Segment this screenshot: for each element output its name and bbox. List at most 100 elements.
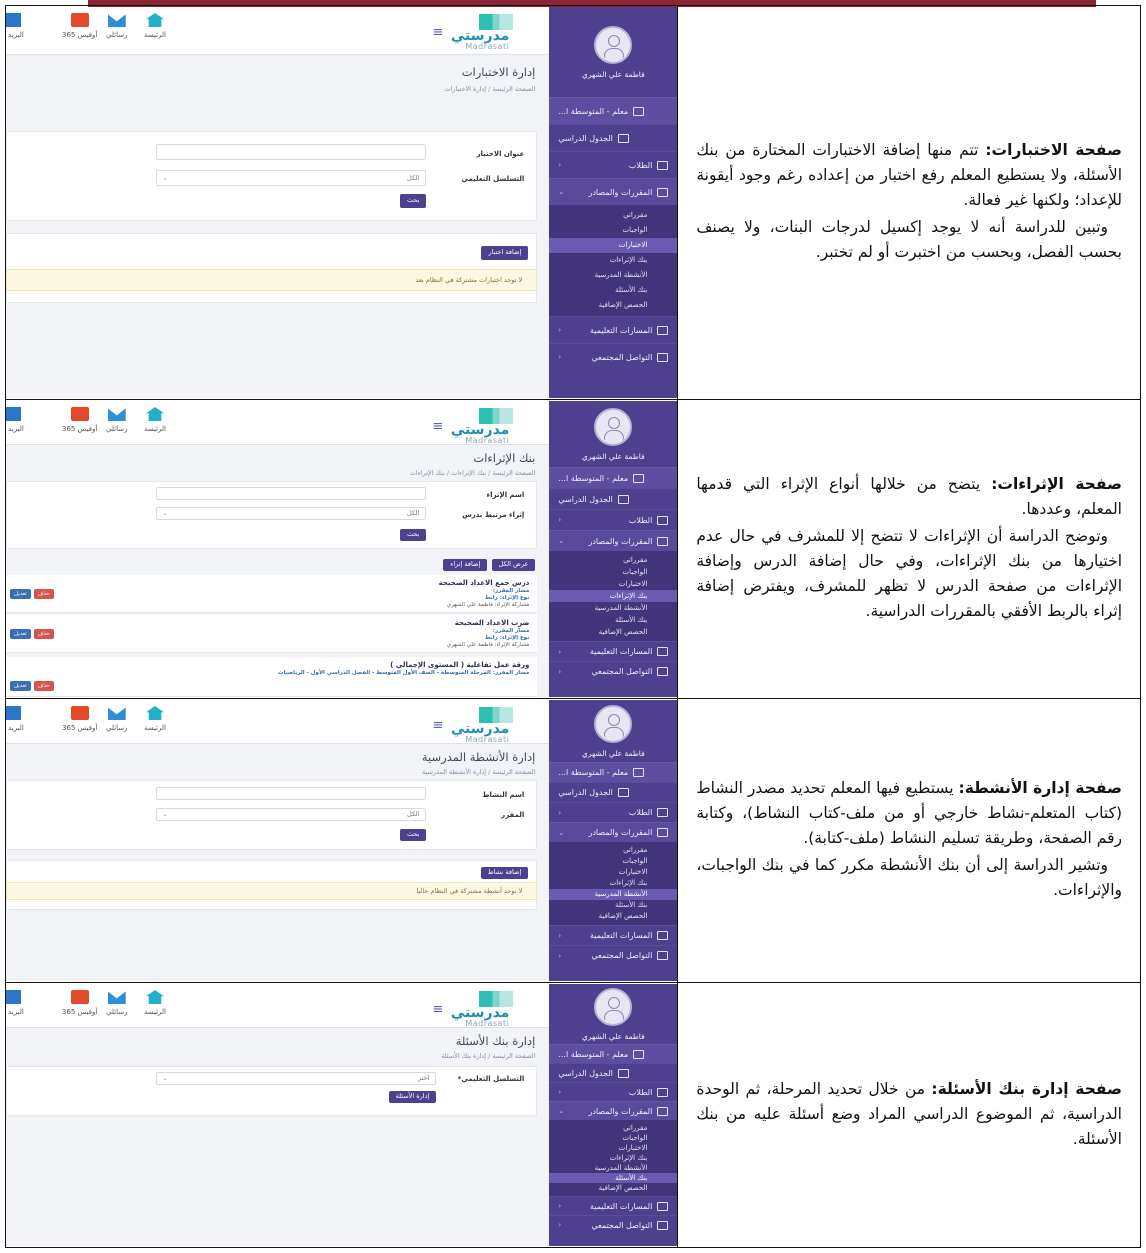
sequence-select[interactable]: الكل ⌄ [156, 170, 427, 186]
sidebar-item-courses[interactable]: المقررات والمصادر ⌄ [549, 1101, 677, 1120]
add-activity-button[interactable]: إضافة نشاط [480, 867, 529, 879]
sidebar-sub-item[interactable]: الحصص الإضافية [549, 626, 676, 638]
add-enrichment-button[interactable]: إضافة إثراء [443, 559, 488, 571]
search-button[interactable]: بحث [399, 829, 427, 841]
nav-office365[interactable]: أوفيس 365 [62, 13, 97, 39]
sidebar-item-schedule[interactable]: الجدول الدراسي [549, 1063, 677, 1082]
nav-email[interactable]: البريد الإ [6, 990, 24, 1016]
activity-name-input[interactable] [156, 787, 427, 800]
sidebar-sub-item[interactable]: الاختبارات [549, 578, 676, 590]
sidebar-item-students[interactable]: الطلاب ‹ [549, 509, 677, 530]
nav-messages[interactable]: رسائلي [106, 13, 127, 39]
sidebar-item-schedule[interactable]: الجدول الدراسي [549, 782, 677, 802]
sidebar-item-students[interactable]: الطلاب ‹ [549, 151, 677, 178]
sidebar-sub-item[interactable]: بنك الإثراءات [549, 878, 676, 889]
sidebar-sub-item-active[interactable]: الاختبارات [549, 238, 677, 253]
hamburger-icon[interactable]: ≡ [432, 718, 443, 733]
sidebar-item-courses[interactable]: المقررات والمصادر ⌄ [549, 178, 677, 205]
sidebar-sub-item[interactable]: بنك الأسئلة [549, 283, 676, 298]
nav-office365[interactable]: أوفيس 365 [62, 990, 97, 1016]
sidebar-sub-item[interactable]: الواجبات [549, 566, 676, 578]
sidebar-item-students[interactable]: الطلاب ‹ [549, 1082, 677, 1101]
sidebar-item-paths[interactable]: المسارات التعليمية ‹ [549, 316, 677, 343]
sidebar-item-role[interactable]: معلم - المتوسطة ا... [549, 97, 677, 124]
course-select[interactable]: الكل ⌄ [156, 808, 427, 821]
sidebar-item-paths[interactable]: المسارات التعليمية ‹ [549, 641, 677, 661]
sidebar-item-community[interactable]: التواصل المجتمعي ‹ [549, 661, 677, 681]
sidebar-sub-item[interactable]: مقرراتي [549, 1123, 676, 1133]
sidebar-item-paths[interactable]: المسارات التعليمية ‹ [549, 925, 677, 945]
search-button[interactable]: بحث [399, 194, 427, 208]
manage-questions-button[interactable]: إدارة الأسئلة [388, 1091, 437, 1103]
sidebar-item-courses[interactable]: المقررات والمصادر ⌄ [549, 822, 677, 842]
sidebar-item-role[interactable]: معلم - المتوسطة ا... [549, 467, 677, 488]
sidebar-sub-item-active[interactable]: الأنشطة المدرسية [549, 889, 677, 900]
profile[interactable]: فاطمة علي الشهري [549, 700, 676, 762]
hamburger-icon[interactable]: ≡ [432, 25, 443, 40]
sidebar-item-paths[interactable]: المسارات التعليمية ‹ [549, 1196, 677, 1215]
sidebar-sub-item-active[interactable]: بنك الإثراءات [549, 590, 677, 602]
nav-email[interactable]: البريد الإ [6, 407, 24, 433]
nav-home[interactable]: الرئيسة [144, 990, 166, 1016]
enrichment-name-input[interactable] [156, 487, 427, 500]
delete-button[interactable]: حذف [33, 681, 54, 691]
delete-button[interactable]: حذف [33, 589, 54, 599]
sidebar-sub-item[interactable]: الحصص الإضافية [549, 911, 676, 922]
test-title-input[interactable] [156, 144, 427, 160]
sidebar-sub-item[interactable]: الحصص الإضافية [549, 1183, 676, 1193]
sidebar-sub-item[interactable]: بنك الإثراءات [549, 253, 676, 268]
sidebar-sub-item[interactable]: الواجبات [549, 856, 676, 867]
profile[interactable]: فاطمة علي الشهري [549, 984, 676, 1044]
sidebar-sub-item[interactable]: الاختبارات [549, 867, 676, 878]
sidebar-item-schedule[interactable]: الجدول الدراسي [549, 488, 677, 509]
sidebar-item-community[interactable]: التواصل المجتمعي ‹ [549, 1215, 677, 1234]
lesson-select[interactable]: الكل ⌄ [156, 507, 427, 520]
sidebar-item-community[interactable]: التواصل المجتمعي ‹ [549, 945, 677, 965]
edit-button[interactable]: تعديل [10, 681, 31, 691]
nav-office365[interactable]: أوفيس 365 [62, 407, 97, 433]
sidebar-sub-item[interactable]: الواجبات [549, 223, 676, 238]
sidebar-item-community[interactable]: التواصل المجتمعي ‹ [549, 343, 677, 370]
edit-button[interactable]: تعديل [10, 589, 31, 599]
profile[interactable]: فاطمة علي الشهري [549, 7, 676, 97]
nav-home[interactable]: الرئيسة [144, 407, 166, 433]
sidebar-item-role[interactable]: معلم - المتوسطة ا... [549, 762, 677, 782]
sidebar-sub-item-active[interactable]: بنك الأسئلة [549, 1173, 677, 1183]
hamburger-icon[interactable]: ≡ [432, 419, 443, 434]
sidebar-sub-item[interactable]: مقرراتي [549, 845, 676, 856]
sidebar-sub-item[interactable]: الأنشطة المدرسية [549, 268, 676, 283]
nav-home[interactable]: الرئيسة [144, 706, 166, 732]
show-all-button[interactable]: عرض الكل [491, 559, 536, 571]
edit-button[interactable]: تعديل [10, 629, 31, 639]
delete-button[interactable]: حذف [33, 629, 54, 639]
search-button[interactable]: بحث [399, 529, 427, 541]
sidebar-sub-item[interactable]: الأنشطة المدرسية [549, 602, 676, 614]
nav-messages[interactable]: رسائلي [106, 407, 127, 433]
nav-office365[interactable]: أوفيس 365 [62, 706, 97, 732]
sidebar-sub-item[interactable]: بنك الإثراءات [549, 1153, 676, 1163]
sidebar-sub-item[interactable]: مقرراتي [549, 208, 676, 223]
sidebar-sub-item[interactable]: الحصص الإضافية [549, 298, 676, 313]
sequence-select[interactable]: اختر ⌄ [156, 1072, 437, 1085]
sidebar-sub-item[interactable]: بنك الأسئلة [549, 900, 676, 911]
sidebar-item-role[interactable]: معلم - المتوسطة ا... [549, 1044, 677, 1063]
sidebar-sub-item[interactable]: الأنشطة المدرسية [549, 1163, 676, 1173]
nav-messages[interactable]: رسائلي [106, 706, 127, 732]
sidebar-item-courses[interactable]: المقررات والمصادر ⌄ [549, 530, 677, 551]
nav-home[interactable]: الرئيسة [144, 13, 166, 39]
sidebar-sub-item[interactable]: الواجبات [549, 1133, 676, 1143]
nav-email[interactable]: البريد الإ [6, 706, 24, 732]
list-item[interactable]: ضرب الاعداد الصحيحة مسار المقرر: نوع الإ… [6, 615, 538, 653]
list-item[interactable]: درس جمع الاعداد الصحيحة مسار المقرر: نوع… [6, 575, 538, 613]
hamburger-icon[interactable]: ≡ [432, 1002, 443, 1017]
sidebar-item-schedule[interactable]: الجدول الدراسي [549, 124, 677, 151]
nav-email[interactable]: البريد الإ [6, 13, 24, 39]
list-item[interactable]: ورقة عمل تفاعلية ( المستوى الإجمالي ) مس… [6, 657, 538, 697]
profile[interactable]: فاطمة علي الشهري [549, 401, 676, 467]
sidebar-item-students[interactable]: الطلاب ‹ [549, 802, 677, 822]
sidebar-sub-item[interactable]: بنك الأسئلة [549, 614, 676, 626]
sidebar-sub-item[interactable]: الاختبارات [549, 1143, 676, 1153]
nav-messages[interactable]: رسائلي [106, 990, 127, 1016]
sidebar-sub-item[interactable]: مقرراتي [549, 554, 676, 566]
add-test-button[interactable]: إضافة اختبار [481, 246, 529, 260]
